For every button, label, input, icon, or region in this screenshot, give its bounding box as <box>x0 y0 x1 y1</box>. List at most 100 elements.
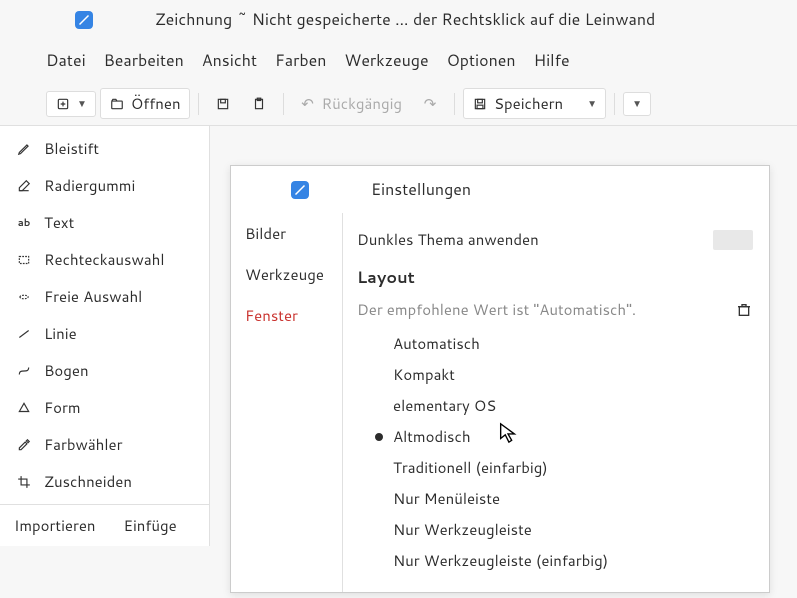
radio-dot-icon <box>375 371 383 379</box>
undo-icon: ↶ <box>300 96 316 112</box>
menu-colors[interactable]: Farben <box>275 49 326 72</box>
import-tab[interactable]: Importieren <box>0 505 110 546</box>
save-as-button[interactable] <box>207 92 239 116</box>
tool-label: Linie <box>44 323 77 344</box>
tool-label: Rechteckauswahl <box>44 249 165 270</box>
pencil-icon <box>16 141 32 157</box>
radio-dot-icon <box>375 340 383 348</box>
tool-rect-select[interactable]: Rechteckauswahl <box>0 241 209 278</box>
window-header: Zeichnung ~ Nicht gespeicherte … der Rec… <box>0 0 797 39</box>
dialog-title: Einstellungen <box>371 178 471 201</box>
tool-label: Text <box>44 212 74 233</box>
layout-option-label: Nur Werkzeugleiste (einfarbig) <box>393 550 608 571</box>
eraser-icon <box>16 178 32 194</box>
tab-window[interactable]: Fenster <box>231 295 342 336</box>
overflow-button[interactable]: ▼ <box>623 92 651 116</box>
dark-theme-label: Dunkles Thema anwenden <box>357 229 701 250</box>
tool-text[interactable]: ab Text <box>0 204 209 241</box>
layout-option-label: Traditionell (einfarbig) <box>393 457 548 478</box>
tool-label: Form <box>44 397 81 418</box>
tab-tools[interactable]: Werkzeuge <box>231 254 342 295</box>
layout-option-label: Altmodisch <box>393 426 471 447</box>
tool-eraser[interactable]: Radiergummi <box>0 167 209 204</box>
radio-dot-icon <box>375 402 383 410</box>
tool-label: Zuschneiden <box>44 471 132 492</box>
new-icon <box>55 96 71 112</box>
tool-line[interactable]: Linie <box>0 315 209 352</box>
menubar: Datei Bearbeiten Ansicht Farben Werkzeug… <box>0 39 797 82</box>
tool-label: Farbwähler <box>44 434 122 455</box>
tool-crop[interactable]: Zuschneiden <box>0 463 209 500</box>
undo-button[interactable]: ↶Rückgängig <box>292 89 410 118</box>
tool-sidebar: Bleistift Radiergummi ab Text Rechteckauswah… <box>0 126 210 546</box>
crop-icon <box>16 474 32 490</box>
layout-option-label: elementary OS <box>393 395 496 416</box>
radio-dot-icon <box>375 464 383 472</box>
picker-icon <box>16 437 32 453</box>
tool-pencil[interactable]: Bleistift <box>0 130 209 167</box>
tab-images[interactable]: Bilder <box>231 213 342 254</box>
menu-file[interactable]: Datei <box>46 49 86 72</box>
menu-help[interactable]: Hilfe <box>534 49 570 72</box>
save-as-icon <box>215 96 231 112</box>
layout-option[interactable]: elementary OS <box>375 390 753 421</box>
layout-option[interactable]: Altmodisch <box>375 421 753 452</box>
rect-select-icon <box>16 252 32 268</box>
app-icon <box>75 11 93 29</box>
app-icon <box>291 181 309 199</box>
tool-label: Freie Auswahl <box>44 286 142 307</box>
toolbar: ▼ Öffnen ↶Rückgängig ↷ Speichern▼ ▼ <box>0 82 797 126</box>
radio-dot-icon <box>375 557 383 565</box>
redo-icon: ↷ <box>422 96 438 112</box>
layout-option[interactable]: Automatisch <box>375 328 753 359</box>
new-button[interactable]: ▼ <box>46 91 96 117</box>
menu-options[interactable]: Optionen <box>447 49 516 72</box>
layout-option-label: Nur Menüleiste <box>393 488 500 509</box>
radio-dot-icon <box>375 433 383 441</box>
tool-shape[interactable]: Form <box>0 389 209 426</box>
open-button[interactable]: Öffnen <box>100 88 190 119</box>
settings-tabs: Bilder Werkzeuge Fenster <box>231 213 343 592</box>
redo-button[interactable]: ↷ <box>414 92 446 116</box>
layout-hint: Der empfohlene Wert ist "Automatisch". <box>357 299 636 320</box>
window-title: Zeichnung ~ Nicht gespeicherte … der Rec… <box>155 8 655 31</box>
dark-theme-switch[interactable] <box>713 230 753 250</box>
menu-edit[interactable]: Bearbeiten <box>104 49 184 72</box>
line-icon <box>16 326 32 342</box>
layout-section-title: Layout <box>357 256 753 295</box>
layout-option[interactable]: Traditionell (einfarbig) <box>375 452 753 483</box>
layout-option[interactable]: Nur Menüleiste <box>375 483 753 514</box>
menu-tools[interactable]: Werkzeuge <box>344 49 428 72</box>
radio-dot-icon <box>375 526 383 534</box>
tool-label: Radiergummi <box>44 175 135 196</box>
radio-dot-icon <box>375 495 383 503</box>
tool-free-select[interactable]: Freie Auswahl <box>0 278 209 315</box>
shape-icon <box>16 400 32 416</box>
layout-option[interactable]: Nur Werkzeugleiste (einfarbig) <box>375 545 753 576</box>
layout-option-label: Nur Werkzeugleiste <box>393 519 532 540</box>
layout-option[interactable]: Kompakt <box>375 359 753 390</box>
layout-option-label: Automatisch <box>393 333 480 354</box>
tool-label: Bleistift <box>44 138 99 159</box>
free-select-icon <box>16 289 32 305</box>
folder-icon <box>109 96 125 112</box>
tool-curve[interactable]: Bogen <box>0 352 209 389</box>
clipboard-icon <box>251 96 267 112</box>
text-icon: ab <box>16 215 32 231</box>
layout-option[interactable]: Nur Werkzeugleiste <box>375 514 753 545</box>
tool-picker[interactable]: Farbwähler <box>0 426 209 463</box>
curve-icon <box>16 363 32 379</box>
tool-label: Bogen <box>44 360 89 381</box>
chevron-down-icon: ▼ <box>587 97 597 111</box>
layout-options: Automatisch Kompakt elementary OS Altmodisc… <box>357 324 753 576</box>
paste-tab[interactable]: Einfüge <box>110 505 191 546</box>
chevron-down-icon: ▼ <box>632 97 642 111</box>
sidebar-bottom-tabs: Importieren Einfüge <box>0 504 209 546</box>
layout-option-label: Kompakt <box>393 364 455 385</box>
chevron-down-icon: ▼ <box>77 97 87 111</box>
save-button[interactable]: Speichern▼ <box>463 88 606 119</box>
reset-icon[interactable] <box>735 301 753 319</box>
settings-dialog: Einstellungen Bilder Werkzeuge Fenster D… <box>230 165 770 593</box>
menu-view[interactable]: Ansicht <box>202 49 257 72</box>
clipboard-button[interactable] <box>243 92 275 116</box>
